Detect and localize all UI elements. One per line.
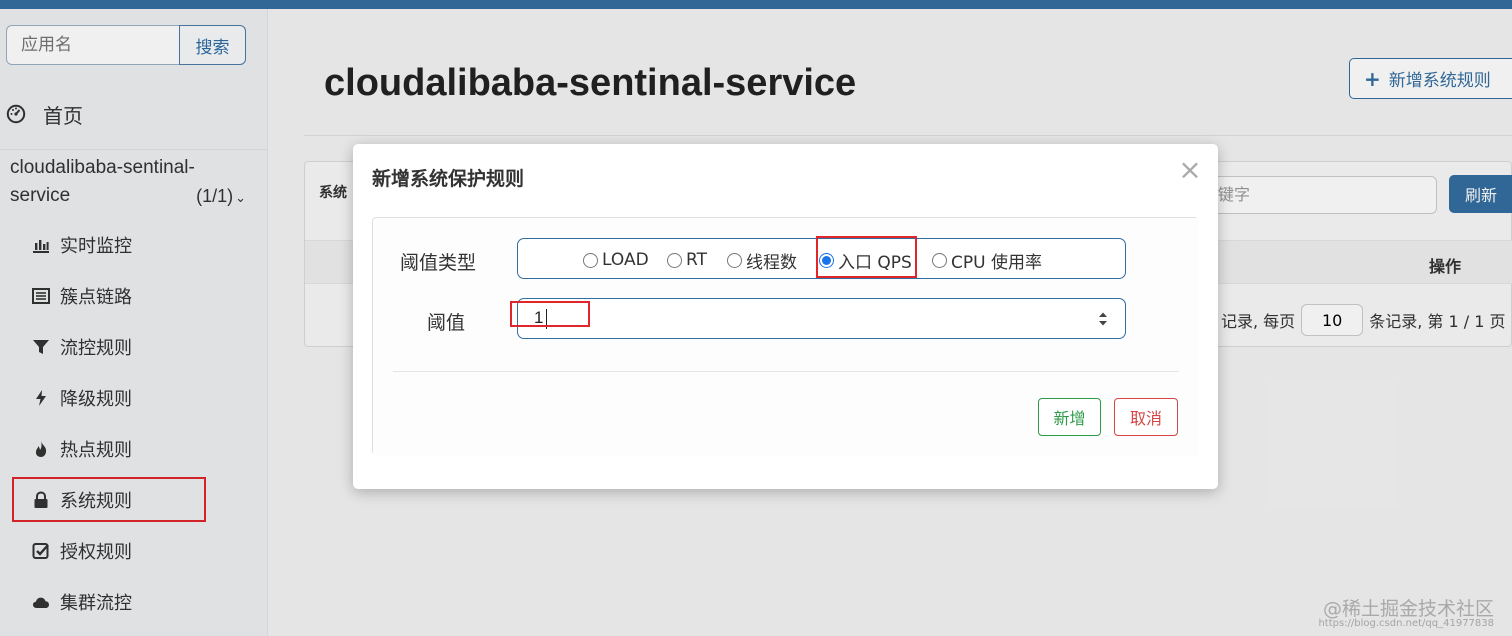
radio-label: LOAD xyxy=(602,250,649,270)
watermark-url: https://blog.csdn.net/qq_41977838 xyxy=(1318,618,1494,629)
confirm-add-button[interactable]: 新增 xyxy=(1038,398,1101,436)
close-icon[interactable]: × xyxy=(1176,152,1204,186)
threshold-label: 阈值 xyxy=(427,312,466,334)
cancel-button[interactable]: 取消 xyxy=(1114,398,1178,436)
radio-thread-count[interactable]: 线程数 xyxy=(727,249,797,273)
watermark: @稀土掘金技术社区 xyxy=(1322,598,1494,620)
radio-button[interactable] xyxy=(727,252,742,268)
threshold-input[interactable]: 1 xyxy=(517,298,1126,339)
number-spinner-icon[interactable] xyxy=(1097,310,1109,328)
dialog-body: 阈值类型 LOAD RT 线程数 入口 QPS CPU 使用率 阈值 1 新增 … xyxy=(372,217,1199,456)
dialog-form: 阈值类型 LOAD RT 线程数 入口 QPS CPU 使用率 阈值 1 新增 … xyxy=(373,218,1199,456)
threshold-type-label: 阈值类型 xyxy=(400,252,477,274)
radio-label: 线程数 xyxy=(746,252,797,273)
radio-label: RT xyxy=(686,250,707,270)
dialog-title: 新增系统保护规则 xyxy=(372,168,525,190)
radio-load[interactable]: LOAD xyxy=(583,249,649,271)
radio-button[interactable] xyxy=(667,252,682,268)
highlight-box-threshold xyxy=(510,301,590,327)
radio-cpu-usage[interactable]: CPU 使用率 xyxy=(932,249,1042,273)
dialog-divider xyxy=(393,371,1179,372)
radio-label: CPU 使用率 xyxy=(951,252,1042,273)
add-system-rule-dialog: 新增系统保护规则 × 阈值类型 LOAD RT 线程数 入口 QPS CPU 使… xyxy=(353,144,1218,489)
radio-rt[interactable]: RT xyxy=(667,249,707,271)
radio-button[interactable] xyxy=(932,252,947,268)
radio-button[interactable] xyxy=(583,252,598,268)
highlight-box-entry-qps xyxy=(816,236,917,278)
